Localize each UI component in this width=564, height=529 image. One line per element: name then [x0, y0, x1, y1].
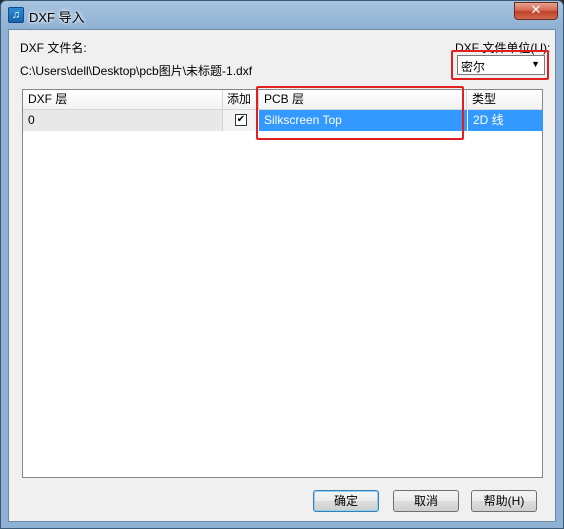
cell-type[interactable]: 2D 线	[467, 110, 543, 131]
window-title: DXF 导入	[29, 10, 85, 25]
file-path-text: C:\Users\dell\Desktop\pcb图片\未标题-1.dxf	[20, 64, 253, 78]
music-note-icon: ♫	[8, 7, 24, 23]
help-button[interactable]: 帮助(H)	[471, 490, 537, 512]
column-header-dxf-layer[interactable]: DXF 层	[23, 90, 223, 110]
column-header-add[interactable]: 添加	[223, 90, 259, 110]
cancel-button[interactable]: 取消	[393, 490, 459, 512]
dialog-body: DXF 文件名: C:\Users\dell\Desktop\pcb图片\未标题…	[8, 29, 556, 522]
units-highlight-box	[451, 50, 549, 80]
layer-mapping-table: DXF 层 添加 PCB 层 类型 0 ✔ Silkscreen Top 2D …	[22, 89, 543, 478]
dxf-import-dialog: ♫ DXF 导入 ✕ DXF 文件名: C:\Users\dell\Deskto…	[0, 0, 564, 529]
cell-dxf-layer[interactable]: 0	[23, 110, 223, 131]
column-header-type[interactable]: 类型	[467, 90, 542, 110]
ok-button[interactable]: 确定	[313, 490, 379, 512]
title-bar[interactable]: ♫ DXF 导入 ✕	[1, 1, 563, 29]
close-button[interactable]: ✕	[514, 2, 558, 20]
add-layer-checkbox[interactable]: ✔	[235, 114, 247, 126]
file-name-label: DXF 文件名:	[20, 41, 87, 55]
pcb-layer-highlight-box	[256, 86, 464, 140]
